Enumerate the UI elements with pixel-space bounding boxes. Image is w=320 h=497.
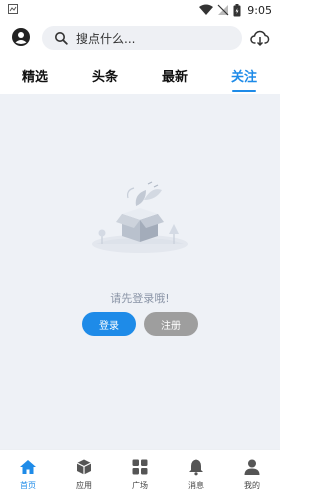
avatar-icon[interactable] [12,28,30,46]
grid-icon [132,459,148,475]
tab-active-indicator [232,90,256,92]
user-icon [244,459,260,475]
top-tabs: 精选 头条 最新 关注 [0,60,280,94]
tab-latest[interactable]: 最新 [155,66,195,85]
status-time: 9:05 [247,3,272,17]
status-bar: 9:05 [0,0,280,20]
header: 搜点什么... [0,20,280,56]
bell-icon [189,459,203,476]
nav-label-home: 首页 [20,481,36,490]
tab-following[interactable]: 关注 [224,66,264,85]
tab-headlines[interactable]: 头条 [85,66,125,85]
battery-icon [233,3,241,16]
nav-label-square: 广场 [132,481,148,490]
cloud-download-icon[interactable] [250,28,270,48]
register-button[interactable]: 注册 [144,312,198,336]
search-bar[interactable]: 搜点什么... [42,26,242,50]
status-right: 9:05 [199,2,272,18]
nav-item-apps[interactable]: 应用 [64,458,104,491]
search-icon [55,32,68,45]
box-icon [76,459,92,475]
tab-featured[interactable]: 精选 [15,66,55,85]
nav-label-messages: 消息 [188,481,204,490]
nav-item-messages[interactable]: 消息 [176,458,216,491]
search-placeholder: 搜点什么... [76,31,136,46]
main-content: 请先登录哦! 登录 注册 [0,94,280,449]
home-icon [20,460,36,474]
empty-box-illustration [92,181,188,253]
no-signal-icon [217,4,229,16]
nav-label-apps: 应用 [76,481,92,490]
nav-label-mine: 我的 [244,481,260,490]
empty-state-message: 请先登录哦! [110,292,170,305]
wifi-icon [199,4,214,15]
nav-item-mine[interactable]: 我的 [232,458,272,491]
login-button[interactable]: 登录 [82,312,136,336]
nav-item-home[interactable]: 首页 [8,458,48,491]
bottom-nav: 首页 应用 广场 消息 我的 [0,449,280,497]
nav-item-square[interactable]: 广场 [120,458,160,491]
screenshot-notification-icon [8,4,18,14]
